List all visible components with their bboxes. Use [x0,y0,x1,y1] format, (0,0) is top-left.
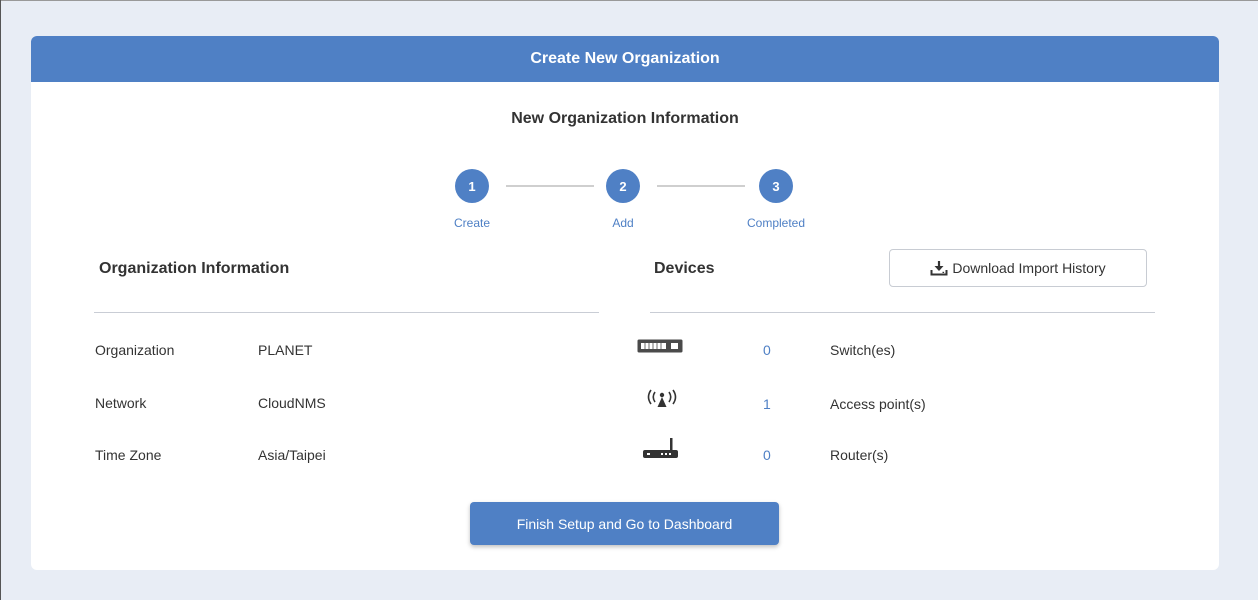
page-subtitle: New Organization Information [511,110,739,127]
stepper-connector-2 [657,185,745,187]
switch-icon [637,339,683,358]
step-3-circle: 3 [759,169,793,203]
download-button-label: Download Import History [952,260,1106,276]
card-header: Create New Organization [31,36,1219,82]
step-3-label: Completed [746,216,806,230]
switch-label: Switch(es) [830,342,896,358]
window-top-border [0,0,1258,1]
step-2-circle: 2 [606,169,640,203]
step-2-label: Add [612,216,634,230]
timezone-label: Time Zone [95,447,162,463]
devices-title: Devices [654,260,715,277]
network-label: Network [95,395,147,411]
network-value: CloudNMS [258,395,326,411]
router-count: 0 [763,447,771,463]
timezone-value: Asia/Taipei [258,447,326,463]
switch-count: 0 [763,342,771,358]
org-value: PLANET [258,342,313,358]
org-info-divider [94,312,599,313]
router-label: Router(s) [830,447,889,463]
access-point-count: 1 [763,396,771,412]
step-1-circle: 1 [455,169,489,203]
finish-setup-button[interactable]: Finish Setup and Go to Dashboard [470,502,779,545]
org-label: Organization [95,342,175,358]
step-1-label: Create [453,216,491,230]
download-import-history-button[interactable]: Download Import History [889,249,1147,287]
router-icon [641,436,681,465]
card-title: Create New Organization [530,50,720,67]
create-organization-card: Create New Organization New Organization… [31,36,1219,570]
devices-divider [650,312,1155,313]
access-point-label: Access point(s) [830,396,926,412]
window-left-border [0,0,1,600]
download-icon [930,260,948,276]
access-point-icon [642,387,682,416]
stepper-connector-1 [506,185,594,187]
org-info-title: Organization Information [99,260,290,277]
